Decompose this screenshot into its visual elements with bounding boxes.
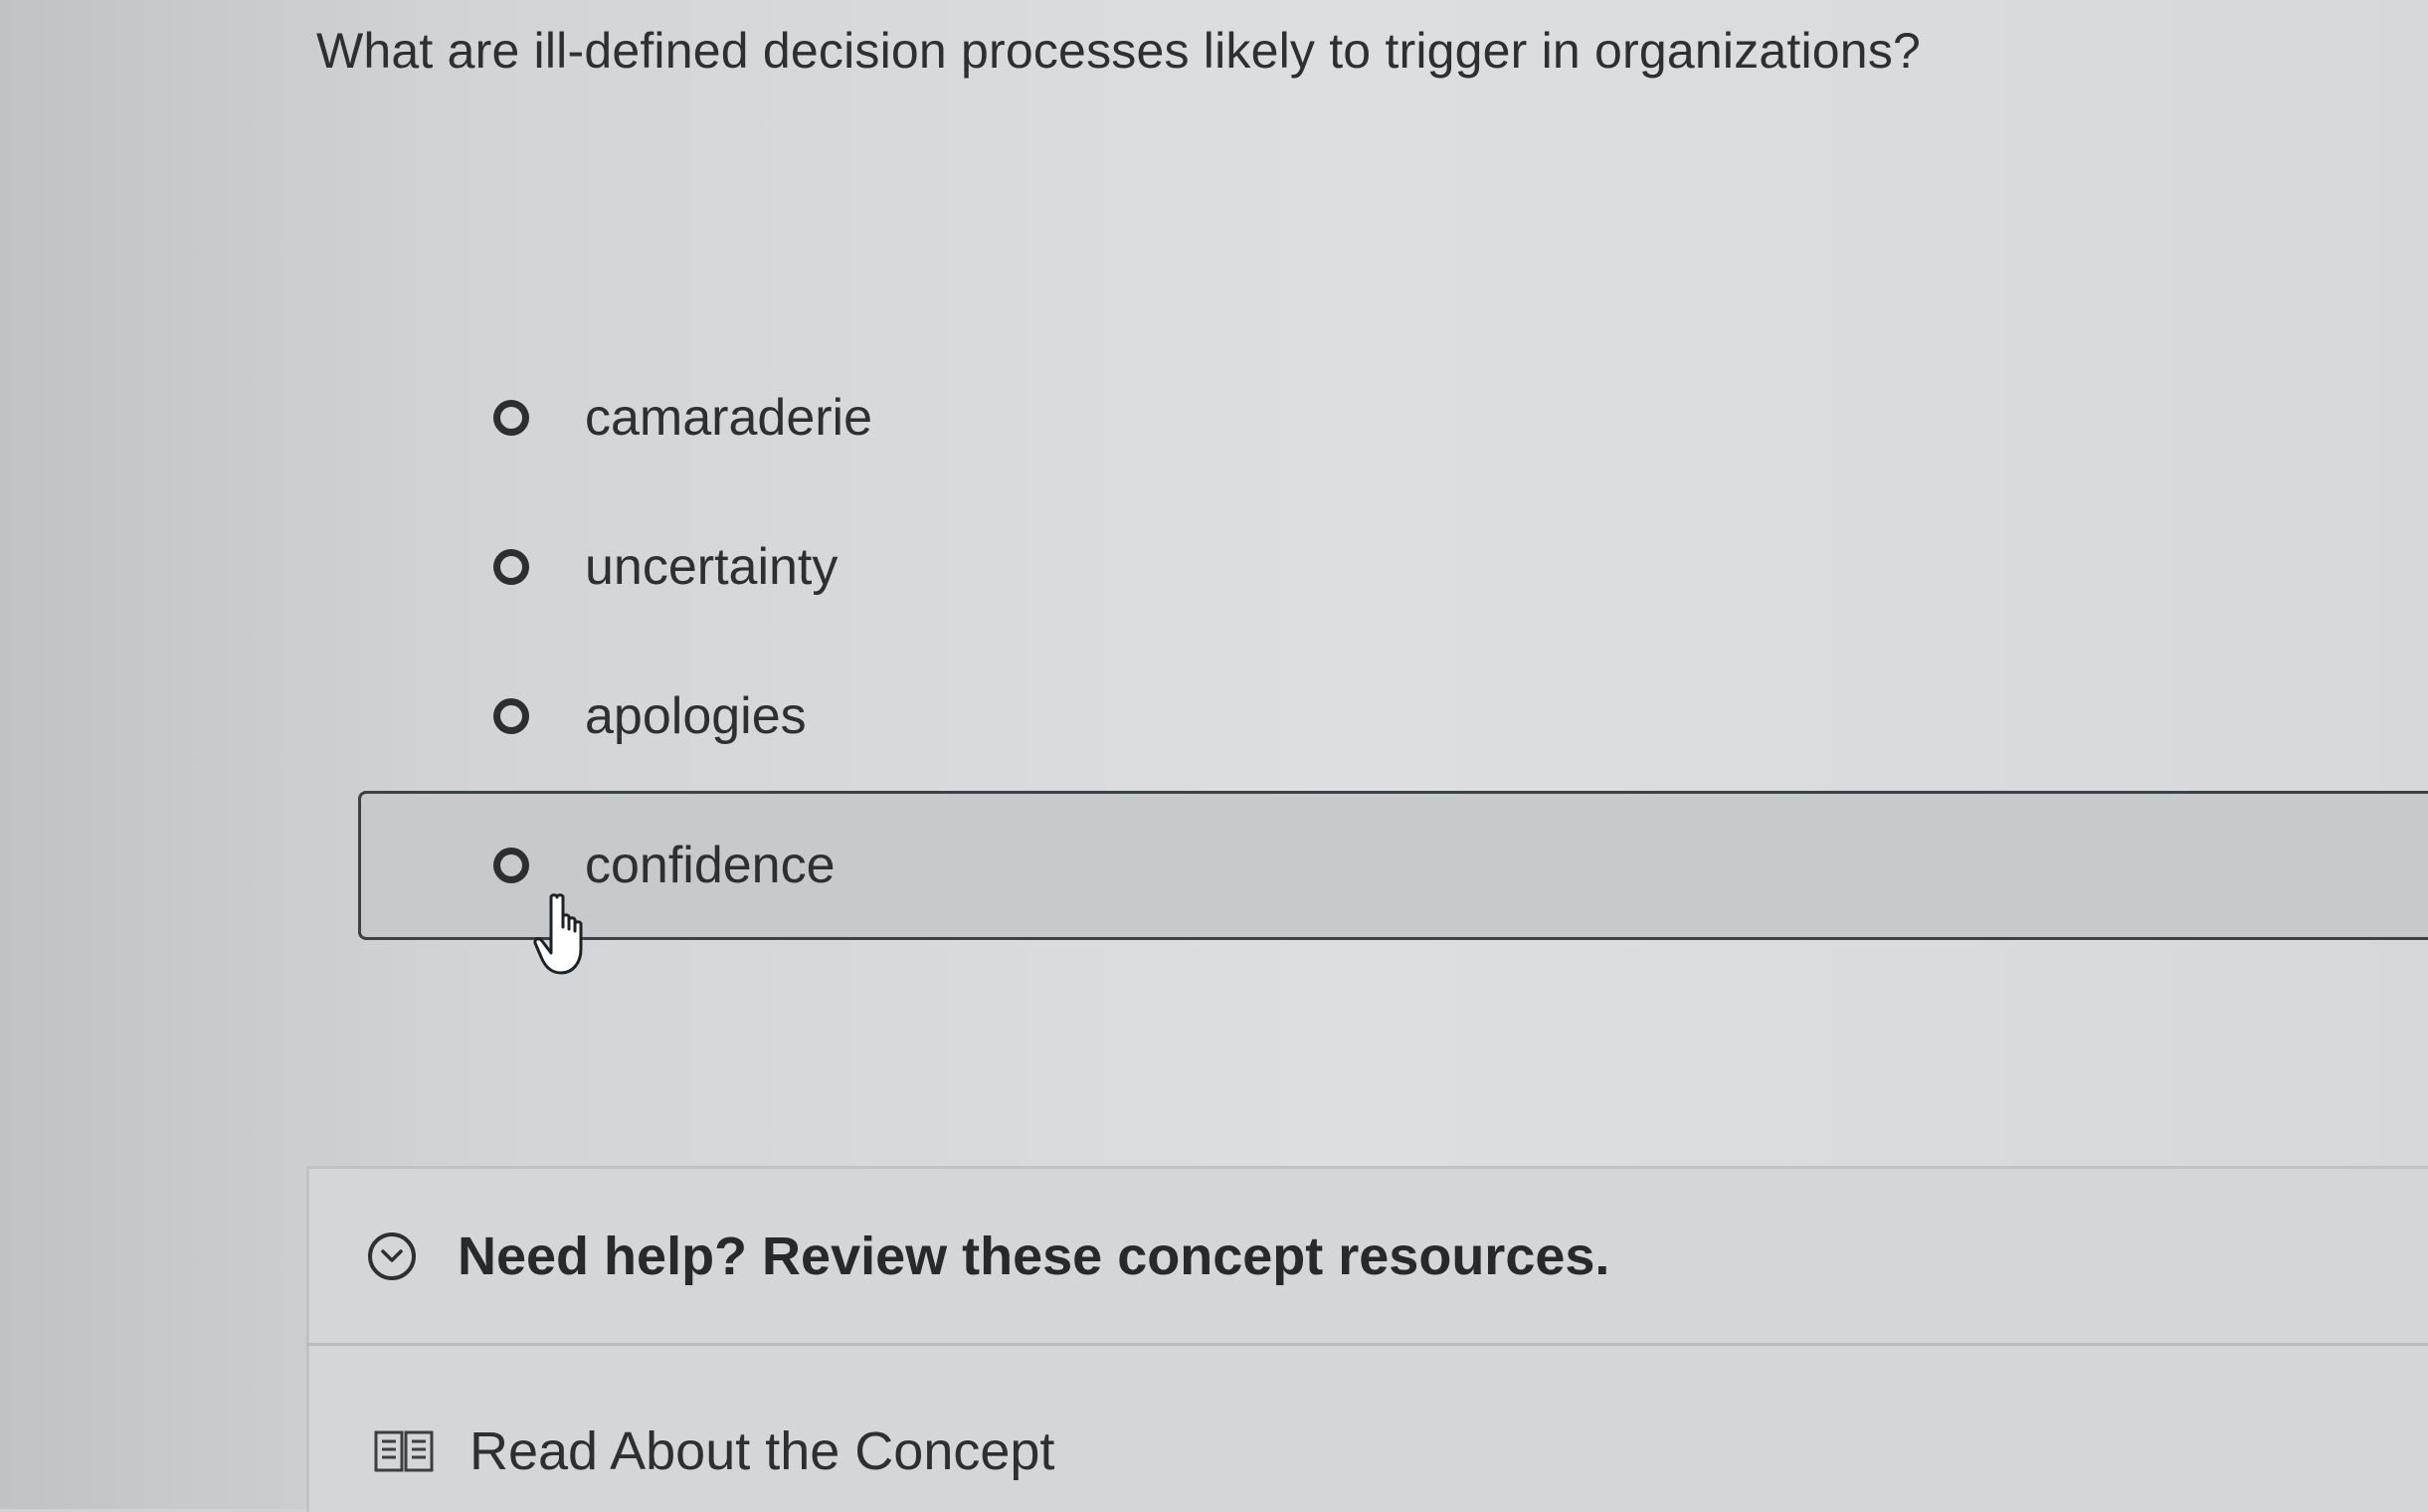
option-label: uncertainty (585, 538, 839, 596)
option-confidence[interactable]: confidence (358, 791, 2428, 940)
option-camaraderie[interactable]: camaraderie (358, 343, 2428, 492)
option-apologies[interactable]: apologies (358, 642, 2428, 791)
read-about-concept-label[interactable]: Read About the Concept (469, 1420, 1054, 1482)
radio-button[interactable] (493, 549, 529, 585)
hand-pointer-icon (533, 893, 583, 975)
radio-button[interactable] (493, 848, 529, 883)
quiz-page: What are ill-defined decision processes … (0, 0, 2428, 1512)
chevron-down-icon (381, 1249, 403, 1262)
chevron-down-circle-icon[interactable] (368, 1232, 416, 1280)
book-icon (374, 1430, 434, 1472)
read-about-concept-link[interactable]: Read About the Concept (374, 1420, 1054, 1482)
radio-button[interactable] (493, 400, 529, 436)
radio-button[interactable] (493, 698, 529, 734)
help-divider (306, 1343, 2428, 1346)
answer-options: camaraderie uncertainty apologies confid… (0, 0, 2428, 995)
option-label: apologies (585, 687, 807, 745)
option-uncertainty[interactable]: uncertainty (358, 492, 2428, 642)
option-label: camaraderie (585, 389, 873, 447)
help-toggle-label[interactable]: Need help? Review these concept resource… (458, 1226, 1609, 1287)
option-label: confidence (585, 837, 836, 894)
help-toggle[interactable]: Need help? Review these concept resource… (368, 1226, 1609, 1287)
